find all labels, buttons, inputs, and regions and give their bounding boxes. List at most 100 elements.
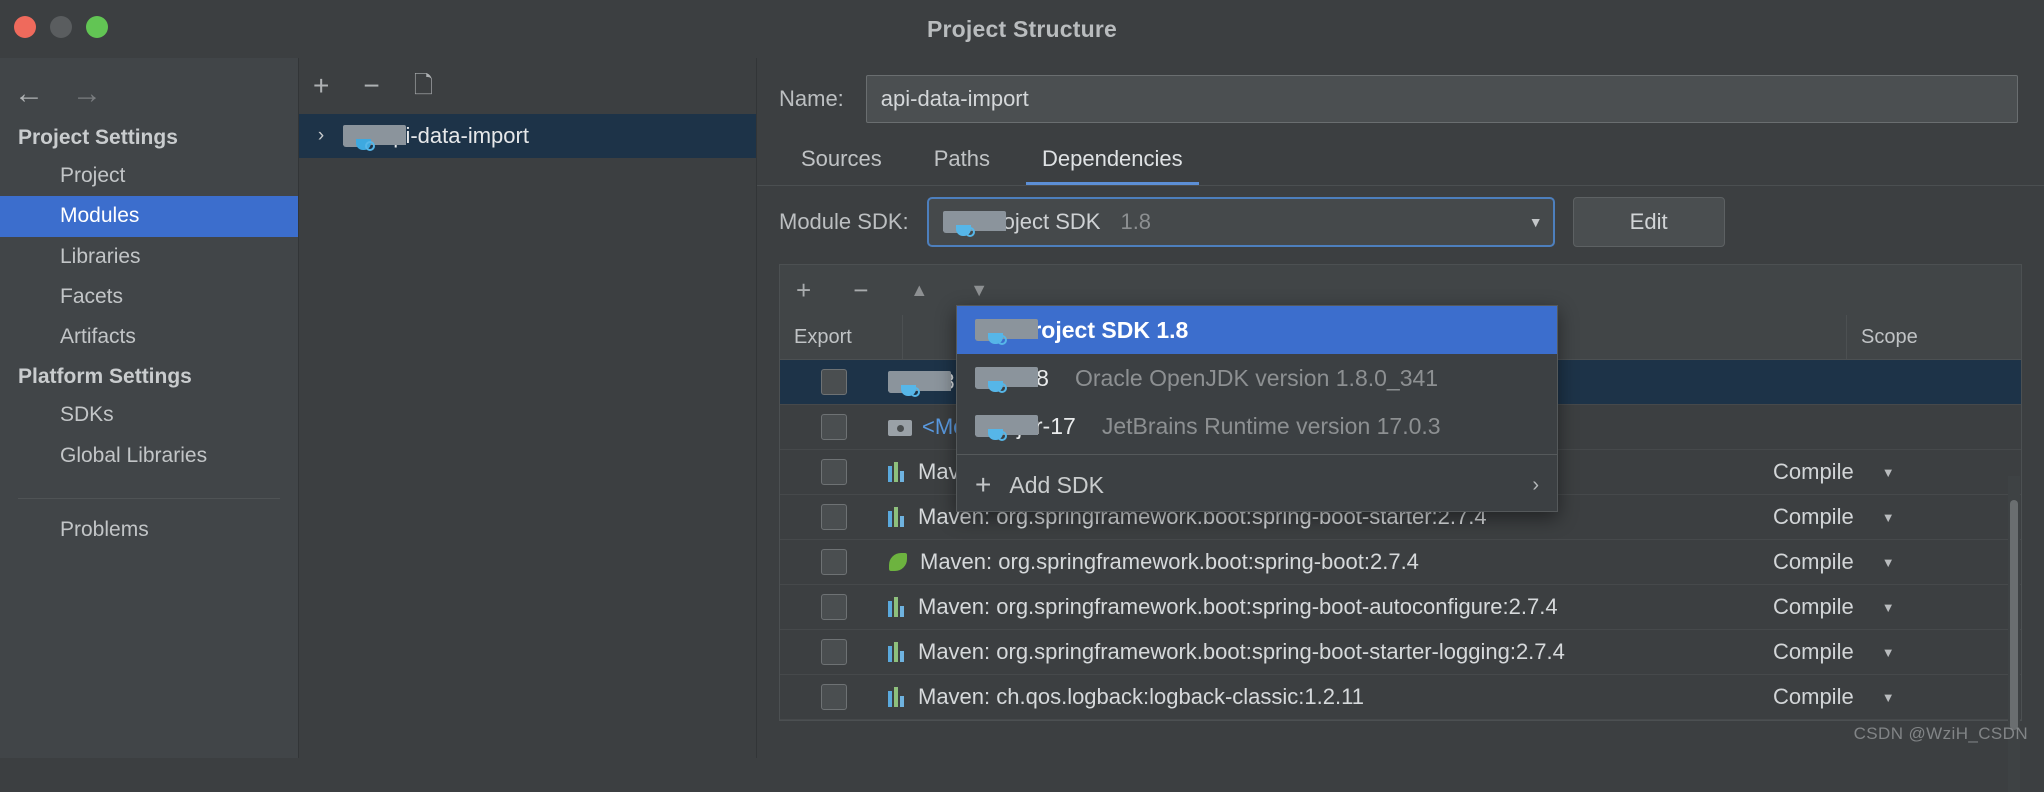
- sidebar-item-project[interactable]: Project: [0, 156, 298, 196]
- module-sdk-label: Module SDK:: [779, 209, 909, 234]
- export-checkbox[interactable]: [821, 684, 847, 710]
- sidebar-item-problems[interactable]: Problems: [0, 499, 298, 550]
- export-checkbox-cell: [780, 369, 888, 395]
- module-source-icon: [888, 417, 912, 437]
- remove-module-button[interactable]: −: [363, 72, 379, 100]
- back-arrow-icon[interactable]: ←: [14, 79, 44, 109]
- plus-icon: +: [975, 469, 992, 500]
- project-structure-window: Project Structure ← → Project Settings P…: [0, 0, 2044, 792]
- add-dependency-button[interactable]: +: [796, 277, 811, 303]
- chevron-down-icon[interactable]: ▼: [1882, 690, 1895, 705]
- sidebar-item-modules[interactable]: Modules: [0, 196, 298, 237]
- table-row[interactable]: Maven: org.springframework.boot:spring-b…: [780, 540, 2021, 585]
- window-title: Project Structure: [926, 15, 1117, 42]
- export-checkbox-cell: [780, 549, 888, 575]
- edit-sdk-button[interactable]: Edit: [1572, 197, 1725, 247]
- sdk-folder-icon: [975, 367, 1038, 393]
- export-checkbox-cell: [780, 414, 888, 440]
- dependency-scope-cell[interactable]: Compile ▼: [1773, 639, 2021, 665]
- copy-module-icon[interactable]: 🗋: [414, 74, 433, 98]
- dependency-scope-cell[interactable]: Compile ▼: [1773, 594, 2021, 620]
- nav-arrows: ← →: [0, 58, 298, 118]
- chevron-down-icon[interactable]: ▼: [1529, 214, 1543, 230]
- sdk-folder-icon: [975, 319, 1038, 345]
- dropdown-separator: [957, 454, 1557, 455]
- sidebar-item-global-libraries[interactable]: Global Libraries: [0, 436, 298, 476]
- module-name-input[interactable]: api-data-import: [865, 75, 2018, 123]
- dropdown-item-project-sdk[interactable]: Project SDK 1.8: [957, 306, 1557, 354]
- maven-icon: [888, 642, 908, 662]
- dependency-scope-cell[interactable]: Compile ▼: [1773, 504, 2021, 530]
- dependency-name-cell: Maven: org.springframework.boot:spring-b…: [888, 594, 1773, 620]
- chevron-down-icon[interactable]: ▼: [1882, 645, 1895, 660]
- dependency-scope-cell[interactable]: Compile ▼: [1773, 459, 2021, 485]
- dropdown-item-label: Project SDK 1.8: [1017, 316, 1189, 343]
- table-row[interactable]: Maven: org.springframework.boot:spring-b…: [780, 585, 2021, 630]
- module-sdk-version: 1.8: [1120, 209, 1152, 234]
- move-up-button[interactable]: ▲: [910, 280, 928, 301]
- sidebar-item-sdks[interactable]: SDKs: [0, 395, 298, 435]
- sidebar-item-libraries[interactable]: Libraries: [0, 237, 298, 277]
- add-sdk-label: Add SDK: [1009, 471, 1104, 498]
- maven-icon: [888, 462, 908, 482]
- dependency-name-cell: Maven: org.springframework.boot:spring-b…: [888, 549, 1773, 575]
- tab-sources[interactable]: Sources: [775, 146, 908, 186]
- table-row[interactable]: Maven: org.springframework.boot:spring-b…: [780, 630, 2021, 675]
- scrollbar-thumb[interactable]: [2010, 500, 2018, 730]
- dependency-scope-cell[interactable]: Compile ▼: [1773, 684, 2021, 710]
- module-name-row: Name: api-data-import: [757, 58, 2044, 130]
- dependency-scope: Compile: [1773, 639, 1854, 664]
- maven-icon: [888, 507, 908, 527]
- export-checkbox-cell: [780, 684, 888, 710]
- dependency-scope: Compile: [1773, 459, 1854, 484]
- sidebar-item-artifacts[interactable]: Artifacts: [0, 317, 298, 357]
- export-checkbox-cell: [780, 639, 888, 665]
- export-checkbox[interactable]: [821, 594, 847, 620]
- module-sdk-combobox[interactable]: Project SDK 1.8 ▼: [926, 197, 1555, 247]
- export-checkbox[interactable]: [821, 549, 847, 575]
- spring-leaf-icon: [888, 552, 910, 572]
- dependency-scope: Compile: [1773, 504, 1854, 529]
- export-checkbox[interactable]: [821, 369, 847, 395]
- export-checkbox[interactable]: [821, 504, 847, 530]
- chevron-down-icon[interactable]: ▼: [1882, 600, 1895, 615]
- export-checkbox[interactable]: [821, 639, 847, 665]
- jdk-folder-icon: [888, 371, 951, 397]
- chevron-down-icon[interactable]: ▼: [1882, 510, 1895, 525]
- export-checkbox[interactable]: [821, 414, 847, 440]
- dependencies-scrollbar[interactable]: [2008, 476, 2020, 792]
- chevron-down-icon[interactable]: ▼: [1882, 555, 1895, 570]
- export-checkbox[interactable]: [821, 459, 847, 485]
- add-module-button[interactable]: +: [313, 72, 329, 100]
- tab-paths[interactable]: Paths: [908, 146, 1016, 186]
- table-row[interactable]: Maven: ch.qos.logback:logback-classic:1.…: [780, 675, 2021, 720]
- dropdown-item-oracle-openjdk[interactable]: 1.8 Oracle OpenJDK version 1.8.0_341: [957, 354, 1557, 402]
- dependency-name: Maven: org.springframework.boot:spring-b…: [920, 549, 1419, 574]
- dependency-name: Maven: org.springframework.boot:spring-b…: [918, 639, 1565, 664]
- dependency-name-cell: Maven: ch.qos.logback:logback-classic:1.…: [888, 684, 1773, 710]
- module-tree-item[interactable]: › api-data-import: [299, 114, 756, 158]
- move-down-button[interactable]: ▼: [970, 280, 988, 301]
- export-checkbox-cell: [780, 594, 888, 620]
- dependency-scope-cell[interactable]: Compile ▼: [1773, 549, 2021, 575]
- dropdown-item-add-sdk[interactable]: + Add SDK ›: [957, 459, 1557, 511]
- dependency-scope: Compile: [1773, 684, 1854, 709]
- chevron-down-icon[interactable]: ▼: [1882, 465, 1895, 480]
- forward-arrow-icon[interactable]: →: [72, 79, 102, 109]
- dropdown-item-description: Oracle OpenJDK version 1.8.0_341: [1074, 364, 1439, 391]
- sidebar-group-project-settings: Project Settings: [18, 126, 178, 149]
- sdk-dropdown-popup: Project SDK 1.8 1.8 Oracle OpenJDK versi…: [956, 305, 1558, 512]
- chevron-right-icon[interactable]: ›: [311, 125, 331, 147]
- dropdown-item-jbr-17[interactable]: jbr-17 JetBrains Runtime version 17.0.3: [957, 402, 1557, 450]
- chevron-right-icon: ›: [1532, 473, 1539, 496]
- dependency-scope: Compile: [1773, 594, 1854, 619]
- module-sdk-row: Module SDK: Project SDK 1.8 ▼ Edit: [757, 186, 2044, 258]
- sidebar-group-platform-settings: Platform Settings: [18, 365, 192, 389]
- dropdown-item-description: JetBrains Runtime version 17.0.3: [1101, 412, 1441, 439]
- sidebar-item-facets[interactable]: Facets: [0, 277, 298, 317]
- remove-dependency-button[interactable]: −: [853, 277, 868, 303]
- maven-icon: [888, 687, 908, 707]
- sdk-folder-icon: [942, 211, 1006, 237]
- tab-dependencies[interactable]: Dependencies: [1016, 146, 1209, 186]
- dependency-name-cell: Maven: org.springframework.boot:spring-b…: [888, 639, 1773, 665]
